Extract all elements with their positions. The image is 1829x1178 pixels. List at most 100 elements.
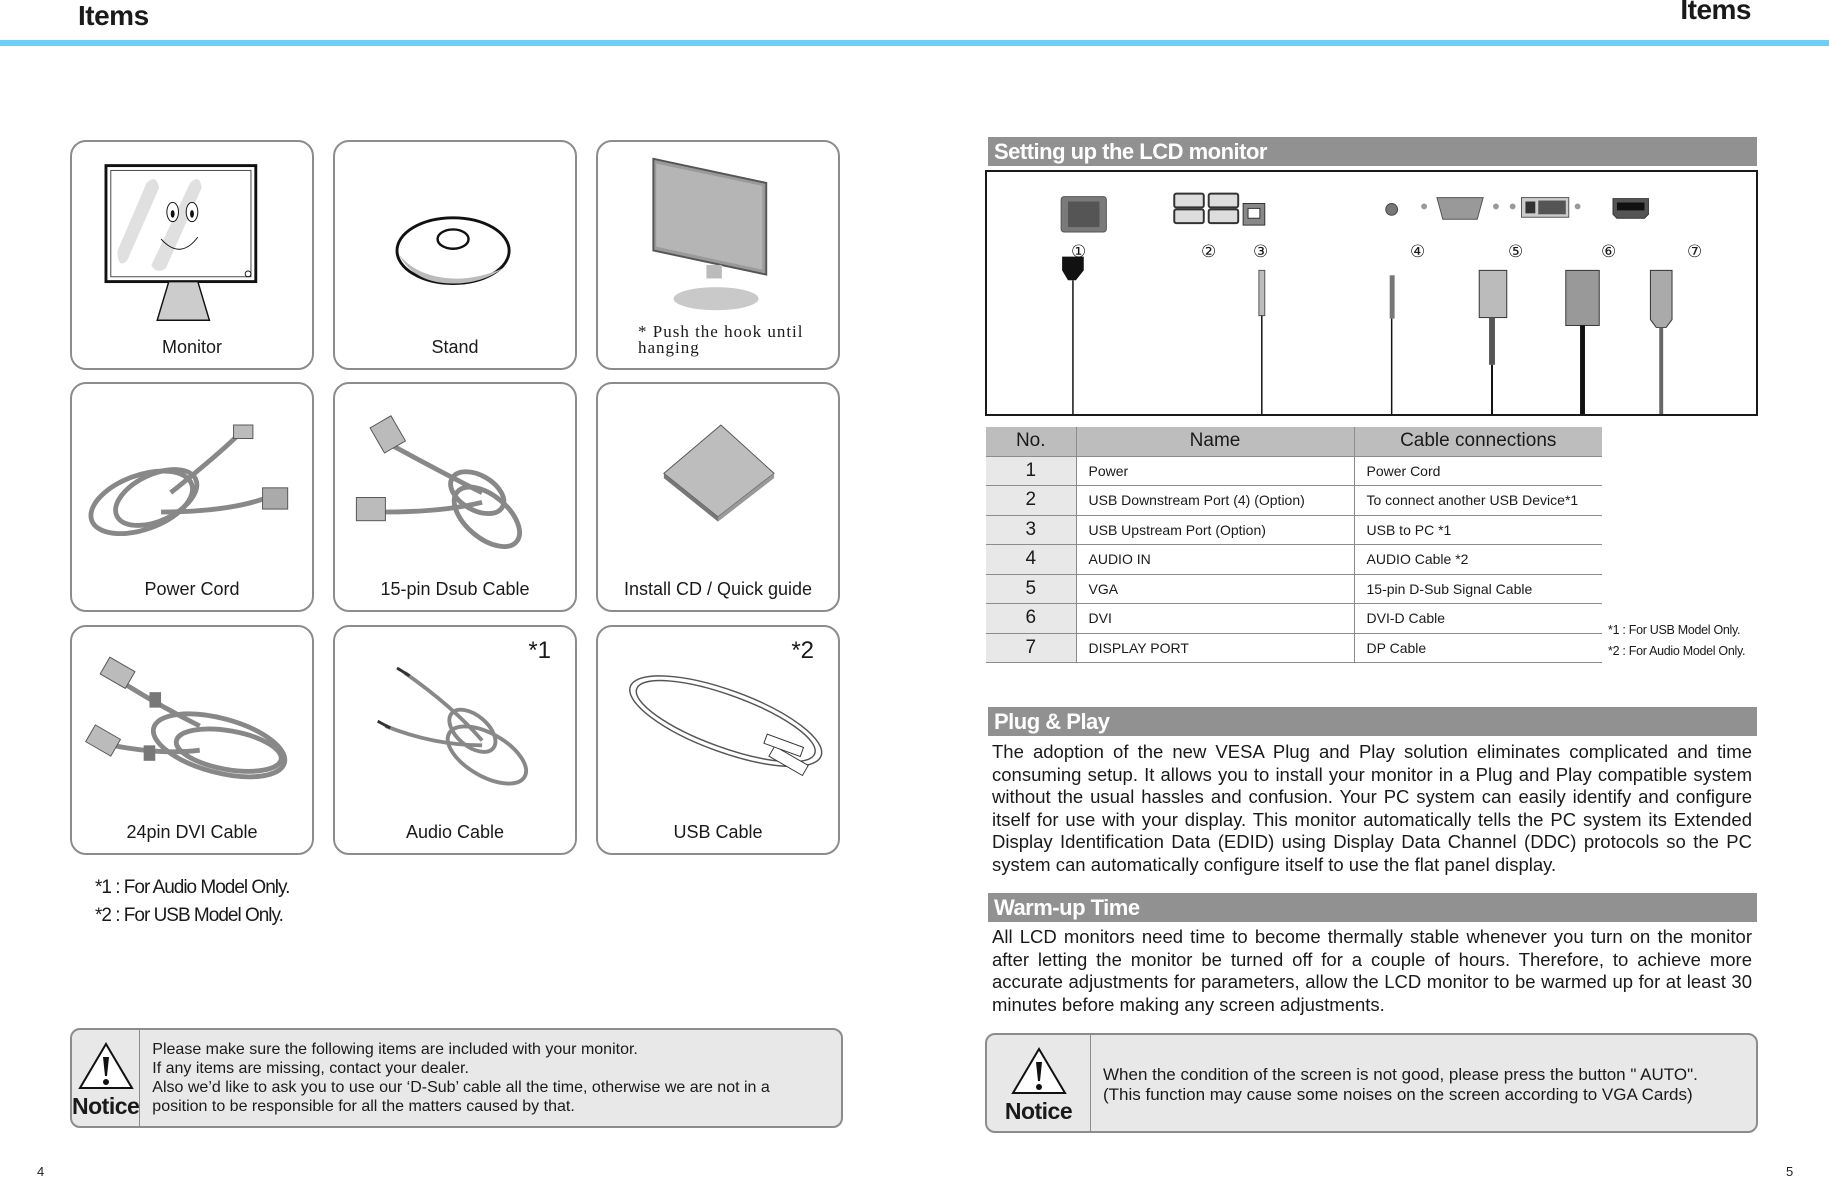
item-card-dsub-cable: 15-pin Dsub Cable bbox=[333, 382, 577, 612]
monitor-on-stand-icon bbox=[598, 154, 838, 318]
table-footnote: *1 : For USB Model Only. bbox=[1608, 623, 1741, 637]
port-number: ③ bbox=[1253, 242, 1269, 261]
row-no: 6 bbox=[986, 603, 1077, 634]
notice-line: Also we’d like to ask you to use our ‘D-… bbox=[152, 1079, 770, 1115]
row-no: 4 bbox=[986, 544, 1077, 575]
notice-label: Notice bbox=[1004, 1098, 1073, 1124]
port-number: ④ bbox=[1410, 242, 1426, 261]
row-name: USB Downstream Port (4) (Option) bbox=[1076, 485, 1355, 516]
row-cable: AUDIO Cable *2 bbox=[1354, 544, 1602, 575]
stand-icon bbox=[335, 154, 575, 328]
item-card-quick-guide: Install CD / Quick guide bbox=[596, 382, 840, 612]
port-number: ② bbox=[1201, 242, 1217, 261]
page-title-right: Items bbox=[1680, 0, 1751, 25]
notice-label: Notice bbox=[72, 1093, 140, 1119]
row-no: 7 bbox=[986, 633, 1077, 663]
items-footnotes: *1 : For Audio Model Only. *2 : For USB … bbox=[95, 874, 290, 930]
warning-icon bbox=[77, 1042, 134, 1089]
hook-note: * Push the hook until hanging bbox=[638, 322, 804, 357]
row-no: 3 bbox=[986, 515, 1077, 545]
row-name: DISPLAY PORT bbox=[1076, 633, 1355, 663]
item-card-dvi-cable: 24pin DVI Cable bbox=[70, 625, 314, 855]
notice-line: (This function may cause some noises on … bbox=[1103, 1085, 1693, 1104]
usb-cable-icon bbox=[598, 639, 838, 813]
row-cable: DVI-D Cable bbox=[1354, 603, 1602, 634]
row-name: AUDIO IN bbox=[1076, 544, 1355, 575]
port-number: ① bbox=[1071, 242, 1087, 261]
items-footnote: *2 : For USB Model Only. bbox=[95, 905, 284, 926]
table-row: 2 USB Downstream Port (4) (Option) To co… bbox=[986, 485, 1602, 516]
warm-up-text: All LCD monitors need time to become the… bbox=[992, 926, 1752, 1015]
table-header-row: No. Name Cable connections bbox=[986, 427, 1602, 457]
row-name: USB Upstream Port (Option) bbox=[1076, 515, 1355, 545]
item-label: USB Cable bbox=[673, 822, 763, 842]
col-header-no: No. bbox=[986, 427, 1077, 457]
header-rule bbox=[0, 40, 1829, 46]
row-name: VGA bbox=[1076, 574, 1355, 604]
power-socket-icon bbox=[1060, 196, 1107, 233]
items-footnote: *1 : For Audio Model Only. bbox=[95, 877, 290, 898]
table-row: 6 DVI DVI-D Cable bbox=[986, 603, 1602, 634]
item-label: Power Cord bbox=[144, 579, 240, 599]
connector-panel: ① ② ③ ④ ⑤ ⑥ ⑦ bbox=[985, 170, 1758, 416]
item-label: Install CD / Quick guide bbox=[623, 579, 813, 599]
item-card-monitor: Monitor bbox=[70, 140, 314, 370]
row-cable: To connect another USB Device*1 bbox=[1354, 485, 1602, 516]
col-header-name: Name bbox=[1076, 427, 1355, 457]
port-number: ⑥ bbox=[1601, 242, 1617, 261]
section-header-plug-and-play: Plug & Play bbox=[988, 707, 1757, 736]
row-cable: 15-pin D-Sub Signal Cable bbox=[1354, 574, 1602, 604]
port-number: ⑦ bbox=[1687, 242, 1703, 261]
notice-line: When the condition of the screen is not … bbox=[1103, 1065, 1698, 1084]
item-label: 15-pin Dsub Cable bbox=[380, 579, 530, 599]
notice-text: When the condition of the screen is not … bbox=[1091, 1035, 1710, 1131]
notice-line: If any items are missing, contact your d… bbox=[152, 1060, 469, 1077]
audio-cable-icon bbox=[335, 639, 575, 813]
dsub-cable-icon bbox=[335, 396, 575, 570]
col-header-cable: Cable connections bbox=[1354, 427, 1602, 457]
item-card-usb-cable: *2 USB Cable bbox=[596, 625, 840, 855]
notice-box-right: Notice When the condition of the screen … bbox=[985, 1033, 1758, 1133]
audio-in-port-icon bbox=[1385, 202, 1399, 216]
item-label: Stand bbox=[431, 337, 479, 357]
row-no: 1 bbox=[986, 456, 1077, 486]
section-header-setup: Setting up the LCD monitor bbox=[988, 137, 1757, 166]
item-label: Audio Cable bbox=[405, 822, 505, 842]
row-name: Power bbox=[1076, 456, 1355, 486]
displayport-port-icon bbox=[1612, 198, 1649, 219]
dvi-port-icon bbox=[1509, 197, 1581, 218]
notice-text: Please make sure the following items are… bbox=[140, 1030, 841, 1126]
row-cable: Power Cord bbox=[1354, 456, 1602, 486]
item-label: Monitor bbox=[161, 337, 223, 357]
table-footnote: *2 : For Audio Model Only. bbox=[1608, 644, 1746, 658]
connections-table: No. Name Cable connections 1 Power Power… bbox=[986, 427, 1602, 663]
port-number: ⑤ bbox=[1508, 242, 1524, 261]
vga-port-icon bbox=[1421, 197, 1499, 220]
table-row: 1 Power Power Cord bbox=[986, 456, 1602, 486]
row-name: DVI bbox=[1076, 603, 1355, 634]
dvi-cable-icon bbox=[72, 639, 312, 813]
table-row: 4 AUDIO IN AUDIO Cable *2 bbox=[986, 544, 1602, 575]
row-no: 5 bbox=[986, 574, 1077, 604]
row-cable: DP Cable bbox=[1354, 633, 1602, 663]
item-card-monitor-stand: * Push the hook until hanging bbox=[596, 140, 840, 370]
table-row: 5 VGA 15-pin D-Sub Signal Cable bbox=[986, 574, 1602, 604]
row-cable: USB to PC *1 bbox=[1354, 515, 1602, 545]
item-card-power-cord: Power Cord bbox=[70, 382, 314, 612]
plug-and-play-text: The adoption of the new VESA Plug and Pl… bbox=[992, 741, 1752, 875]
item-card-stand: Stand bbox=[333, 140, 577, 370]
table-row: 7 DISPLAY PORT DP Cable bbox=[986, 633, 1602, 663]
page-title-left: Items bbox=[78, 0, 149, 31]
item-label: 24pin DVI Cable bbox=[126, 822, 258, 842]
row-no: 2 bbox=[986, 485, 1077, 516]
table-row: 3 USB Upstream Port (Option) USB to PC *… bbox=[986, 515, 1602, 545]
notice-icon-cell: Notice bbox=[72, 1030, 141, 1126]
quick-guide-icon bbox=[598, 396, 838, 570]
warning-icon bbox=[1010, 1047, 1067, 1094]
page-number-right: 5 bbox=[1786, 1164, 1794, 1178]
monitor-icon bbox=[72, 154, 312, 328]
page-number-left: 4 bbox=[37, 1164, 45, 1178]
table-footnotes: *1 : For USB Model Only. *2 : For Audio … bbox=[1608, 620, 1745, 662]
usb-upstream-port-icon bbox=[1242, 202, 1266, 226]
item-card-audio-cable: *1 Audio Cable bbox=[333, 625, 577, 855]
